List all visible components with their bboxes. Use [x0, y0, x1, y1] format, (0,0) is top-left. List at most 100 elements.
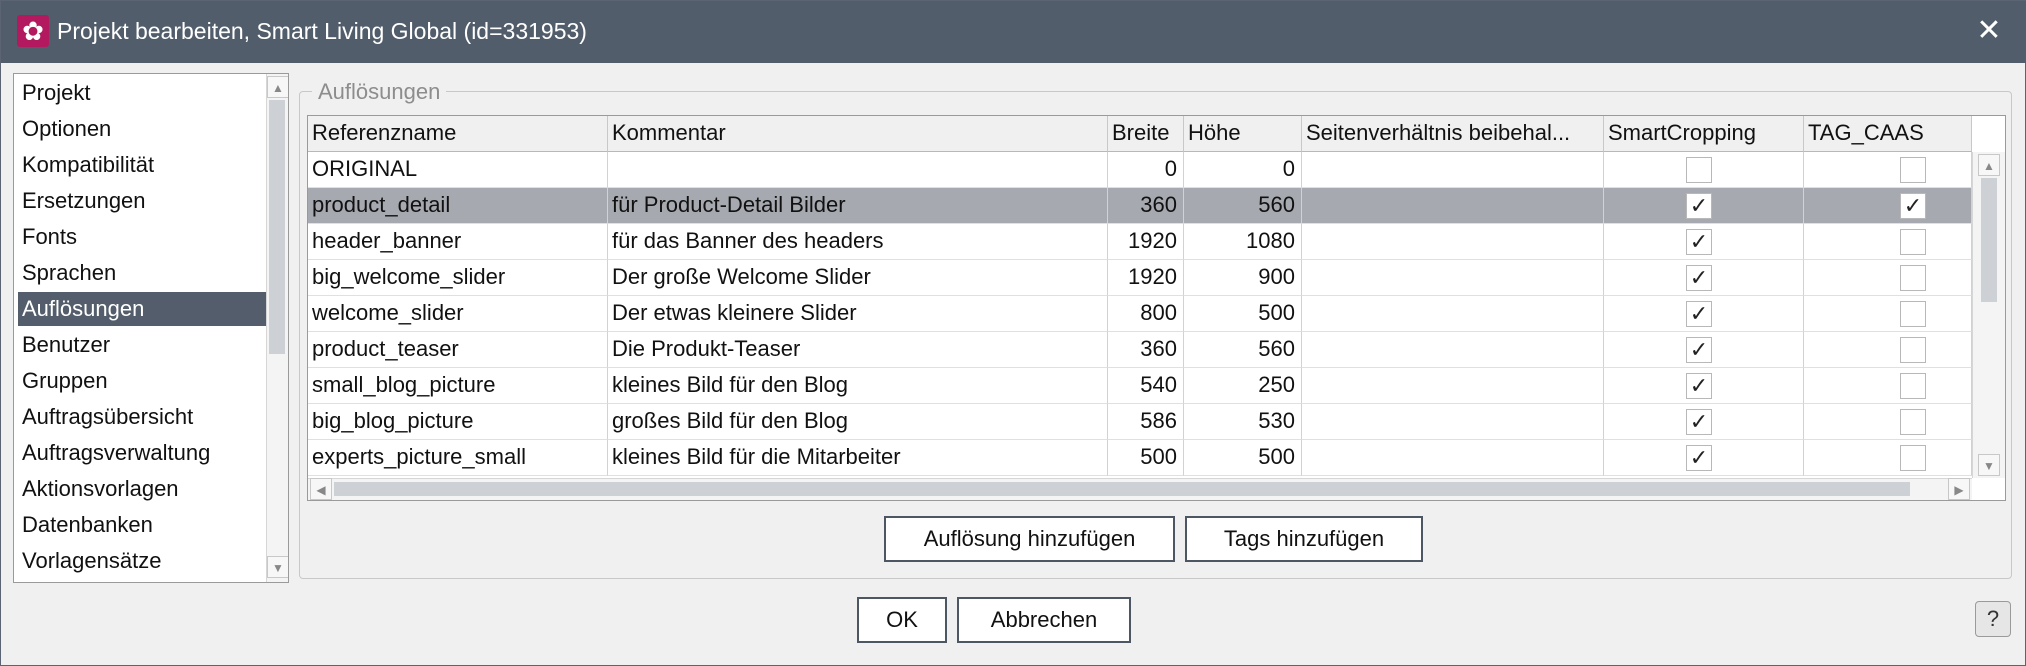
sidebar-item-11[interactable]: Auftragsverwaltung: [18, 436, 272, 470]
column-header[interactable]: SmartCropping: [1604, 116, 1804, 152]
scroll-up-arrow-icon[interactable]: ▲: [1978, 154, 2000, 176]
sidebar-item-1[interactable]: Projekt: [18, 76, 272, 110]
table-cell-keep_ratio: [1302, 296, 1604, 332]
table-cell-keep_ratio: [1302, 224, 1604, 260]
table-row[interactable]: header_banner für das Banner des headers 1…: [308, 224, 1972, 260]
table-cell-height: 530: [1184, 404, 1302, 440]
table-cell-name: ORIGINAL: [308, 152, 608, 188]
sidebar-nav: Projekt Optionen Kompatibilität Ersetzungen…: [13, 73, 289, 583]
scroll-thumb[interactable]: [1981, 178, 1997, 302]
column-header[interactable]: Seitenverhältnis beibehal...: [1302, 116, 1604, 152]
scroll-thumb[interactable]: [334, 482, 1910, 496]
sidebar-item-12[interactable]: Aktionsvorlagen: [18, 472, 272, 506]
tag_caas-checkbox[interactable]: [1900, 265, 1926, 291]
sidebar-item-8[interactable]: Benutzer: [18, 328, 272, 362]
table-cell-tag_caas: [1804, 296, 1972, 332]
smart_cropping-checkbox[interactable]: ✓: [1686, 337, 1712, 363]
sidebar-item-2[interactable]: Optionen: [18, 112, 272, 146]
table-cell-name: product_detail: [308, 188, 608, 224]
table-cell-smart_cropping: ✓: [1604, 440, 1804, 476]
table-row[interactable]: product_detail für Product-Detail Bilder 3…: [308, 188, 1972, 224]
smart_cropping-checkbox[interactable]: ✓: [1686, 193, 1712, 219]
table-cell-comment: Der große Welcome Slider: [608, 260, 1108, 296]
table-cell-comment: kleines Bild für die Mitarbeiter: [608, 440, 1108, 476]
smart_cropping-checkbox[interactable]: ✓: [1686, 409, 1712, 435]
table-row[interactable]: welcome_slider Der etwas kleinere Slider 8…: [308, 296, 1972, 332]
table-cell-smart_cropping: ✓: [1604, 404, 1804, 440]
sidebar-item-3[interactable]: Kompatibilität: [18, 148, 272, 182]
close-icon[interactable]: ✕: [1971, 13, 2007, 49]
table-cell-tag_caas: [1804, 152, 1972, 188]
table-cell-smart_cropping: [1604, 152, 1804, 188]
title-bar: ✿ Projekt bearbeiten, Smart Living Globa…: [1, 1, 2026, 63]
add-tags-button[interactable]: Tags hinzufügen: [1185, 516, 1423, 562]
table-cell-smart_cropping: ✓: [1604, 368, 1804, 404]
smart_cropping-checkbox[interactable]: ✓: [1686, 445, 1712, 471]
ok-button[interactable]: OK: [857, 597, 947, 643]
table-horizontal-scrollbar[interactable]: ◀ ▶: [308, 478, 1972, 500]
table-cell-name: small_blog_picture: [308, 368, 608, 404]
sidebar-item-13[interactable]: Datenbanken: [18, 508, 272, 542]
tag_caas-checkbox[interactable]: [1900, 157, 1926, 183]
table-row[interactable]: big_blog_picture großes Bild für den Blog…: [308, 404, 1972, 440]
table-cell-width: 1920: [1108, 260, 1184, 296]
column-header[interactable]: Höhe: [1184, 116, 1302, 152]
column-header[interactable]: TAG_CAAS: [1804, 116, 1972, 152]
tag_caas-checkbox[interactable]: [1900, 409, 1926, 435]
table-cell-width: 500: [1108, 440, 1184, 476]
table-cell-width: 0: [1108, 152, 1184, 188]
scroll-right-arrow-icon[interactable]: ▶: [1948, 478, 1970, 500]
tag_caas-checkbox[interactable]: [1900, 229, 1926, 255]
scroll-up-arrow-icon[interactable]: ▲: [267, 76, 288, 98]
scroll-down-arrow-icon[interactable]: ▼: [1978, 454, 2000, 476]
tag_caas-checkbox[interactable]: ✓: [1900, 193, 1926, 219]
table-cell-height: 560: [1184, 188, 1302, 224]
table-cell-name: experts_picture_small: [308, 440, 608, 476]
column-header[interactable]: Breite: [1108, 116, 1184, 152]
cancel-button[interactable]: Abbrechen: [957, 597, 1131, 643]
smart_cropping-checkbox[interactable]: ✓: [1686, 373, 1712, 399]
table-row[interactable]: small_blog_picture kleines Bild für den B…: [308, 368, 1972, 404]
table-cell-keep_ratio: [1302, 440, 1604, 476]
help-icon[interactable]: ?: [1975, 601, 2011, 637]
column-header[interactable]: Referenzname: [308, 116, 608, 152]
table-row[interactable]: product_teaser Die Produkt-Teaser 360 560 ✓: [308, 332, 1972, 368]
table-cell-comment: [608, 152, 1108, 188]
tag_caas-checkbox[interactable]: [1900, 373, 1926, 399]
sidebar-item-7[interactable]: Auflösungen: [18, 292, 272, 326]
smart_cropping-checkbox[interactable]: ✓: [1686, 229, 1712, 255]
table-cell-height: 1080: [1184, 224, 1302, 260]
sidebar-item-4[interactable]: Ersetzungen: [18, 184, 272, 218]
table-vertical-scrollbar[interactable]: ▲ ▼: [1972, 152, 2005, 478]
sidebar-item-6[interactable]: Sprachen: [18, 256, 272, 290]
smart_cropping-checkbox[interactable]: [1686, 157, 1712, 183]
smart_cropping-checkbox[interactable]: ✓: [1686, 301, 1712, 327]
sidebar-item-14[interactable]: Vorlagensätze: [18, 544, 272, 578]
sidebar-item-5[interactable]: Fonts: [18, 220, 272, 254]
sidebar-item-9[interactable]: Gruppen: [18, 364, 272, 398]
table-row[interactable]: big_welcome_slider Der große Welcome Slid…: [308, 260, 1972, 296]
tag_caas-checkbox[interactable]: [1900, 301, 1926, 327]
scroll-thumb[interactable]: [269, 100, 285, 354]
add-resolution-button[interactable]: Auflösung hinzufügen: [884, 516, 1175, 562]
tag_caas-checkbox[interactable]: [1900, 337, 1926, 363]
table-row[interactable]: ORIGINAL 0 0: [308, 152, 1972, 188]
gear-icon: ✿: [17, 15, 49, 47]
scroll-down-arrow-icon[interactable]: ▼: [267, 556, 288, 578]
table-cell-name: big_blog_picture: [308, 404, 608, 440]
table-cell-keep_ratio: [1302, 368, 1604, 404]
table-cell-tag_caas: [1804, 332, 1972, 368]
table-row[interactable]: experts_picture_small kleines Bild für di…: [308, 440, 1972, 476]
table-cell-tag_caas: [1804, 224, 1972, 260]
table-cell-comment: kleines Bild für den Blog: [608, 368, 1108, 404]
sidebar-scrollbar[interactable]: ▲ ▼: [266, 74, 288, 582]
table-cell-width: 360: [1108, 188, 1184, 224]
sidebar-item-10[interactable]: Auftragsübersicht: [18, 400, 272, 434]
table-cell-tag_caas: [1804, 368, 1972, 404]
smart_cropping-checkbox[interactable]: ✓: [1686, 265, 1712, 291]
scroll-left-arrow-icon[interactable]: ◀: [310, 478, 332, 500]
tag_caas-checkbox[interactable]: [1900, 445, 1926, 471]
column-header[interactable]: Kommentar: [608, 116, 1108, 152]
table-cell-comment: Der etwas kleinere Slider: [608, 296, 1108, 332]
table-cell-width: 1920: [1108, 224, 1184, 260]
